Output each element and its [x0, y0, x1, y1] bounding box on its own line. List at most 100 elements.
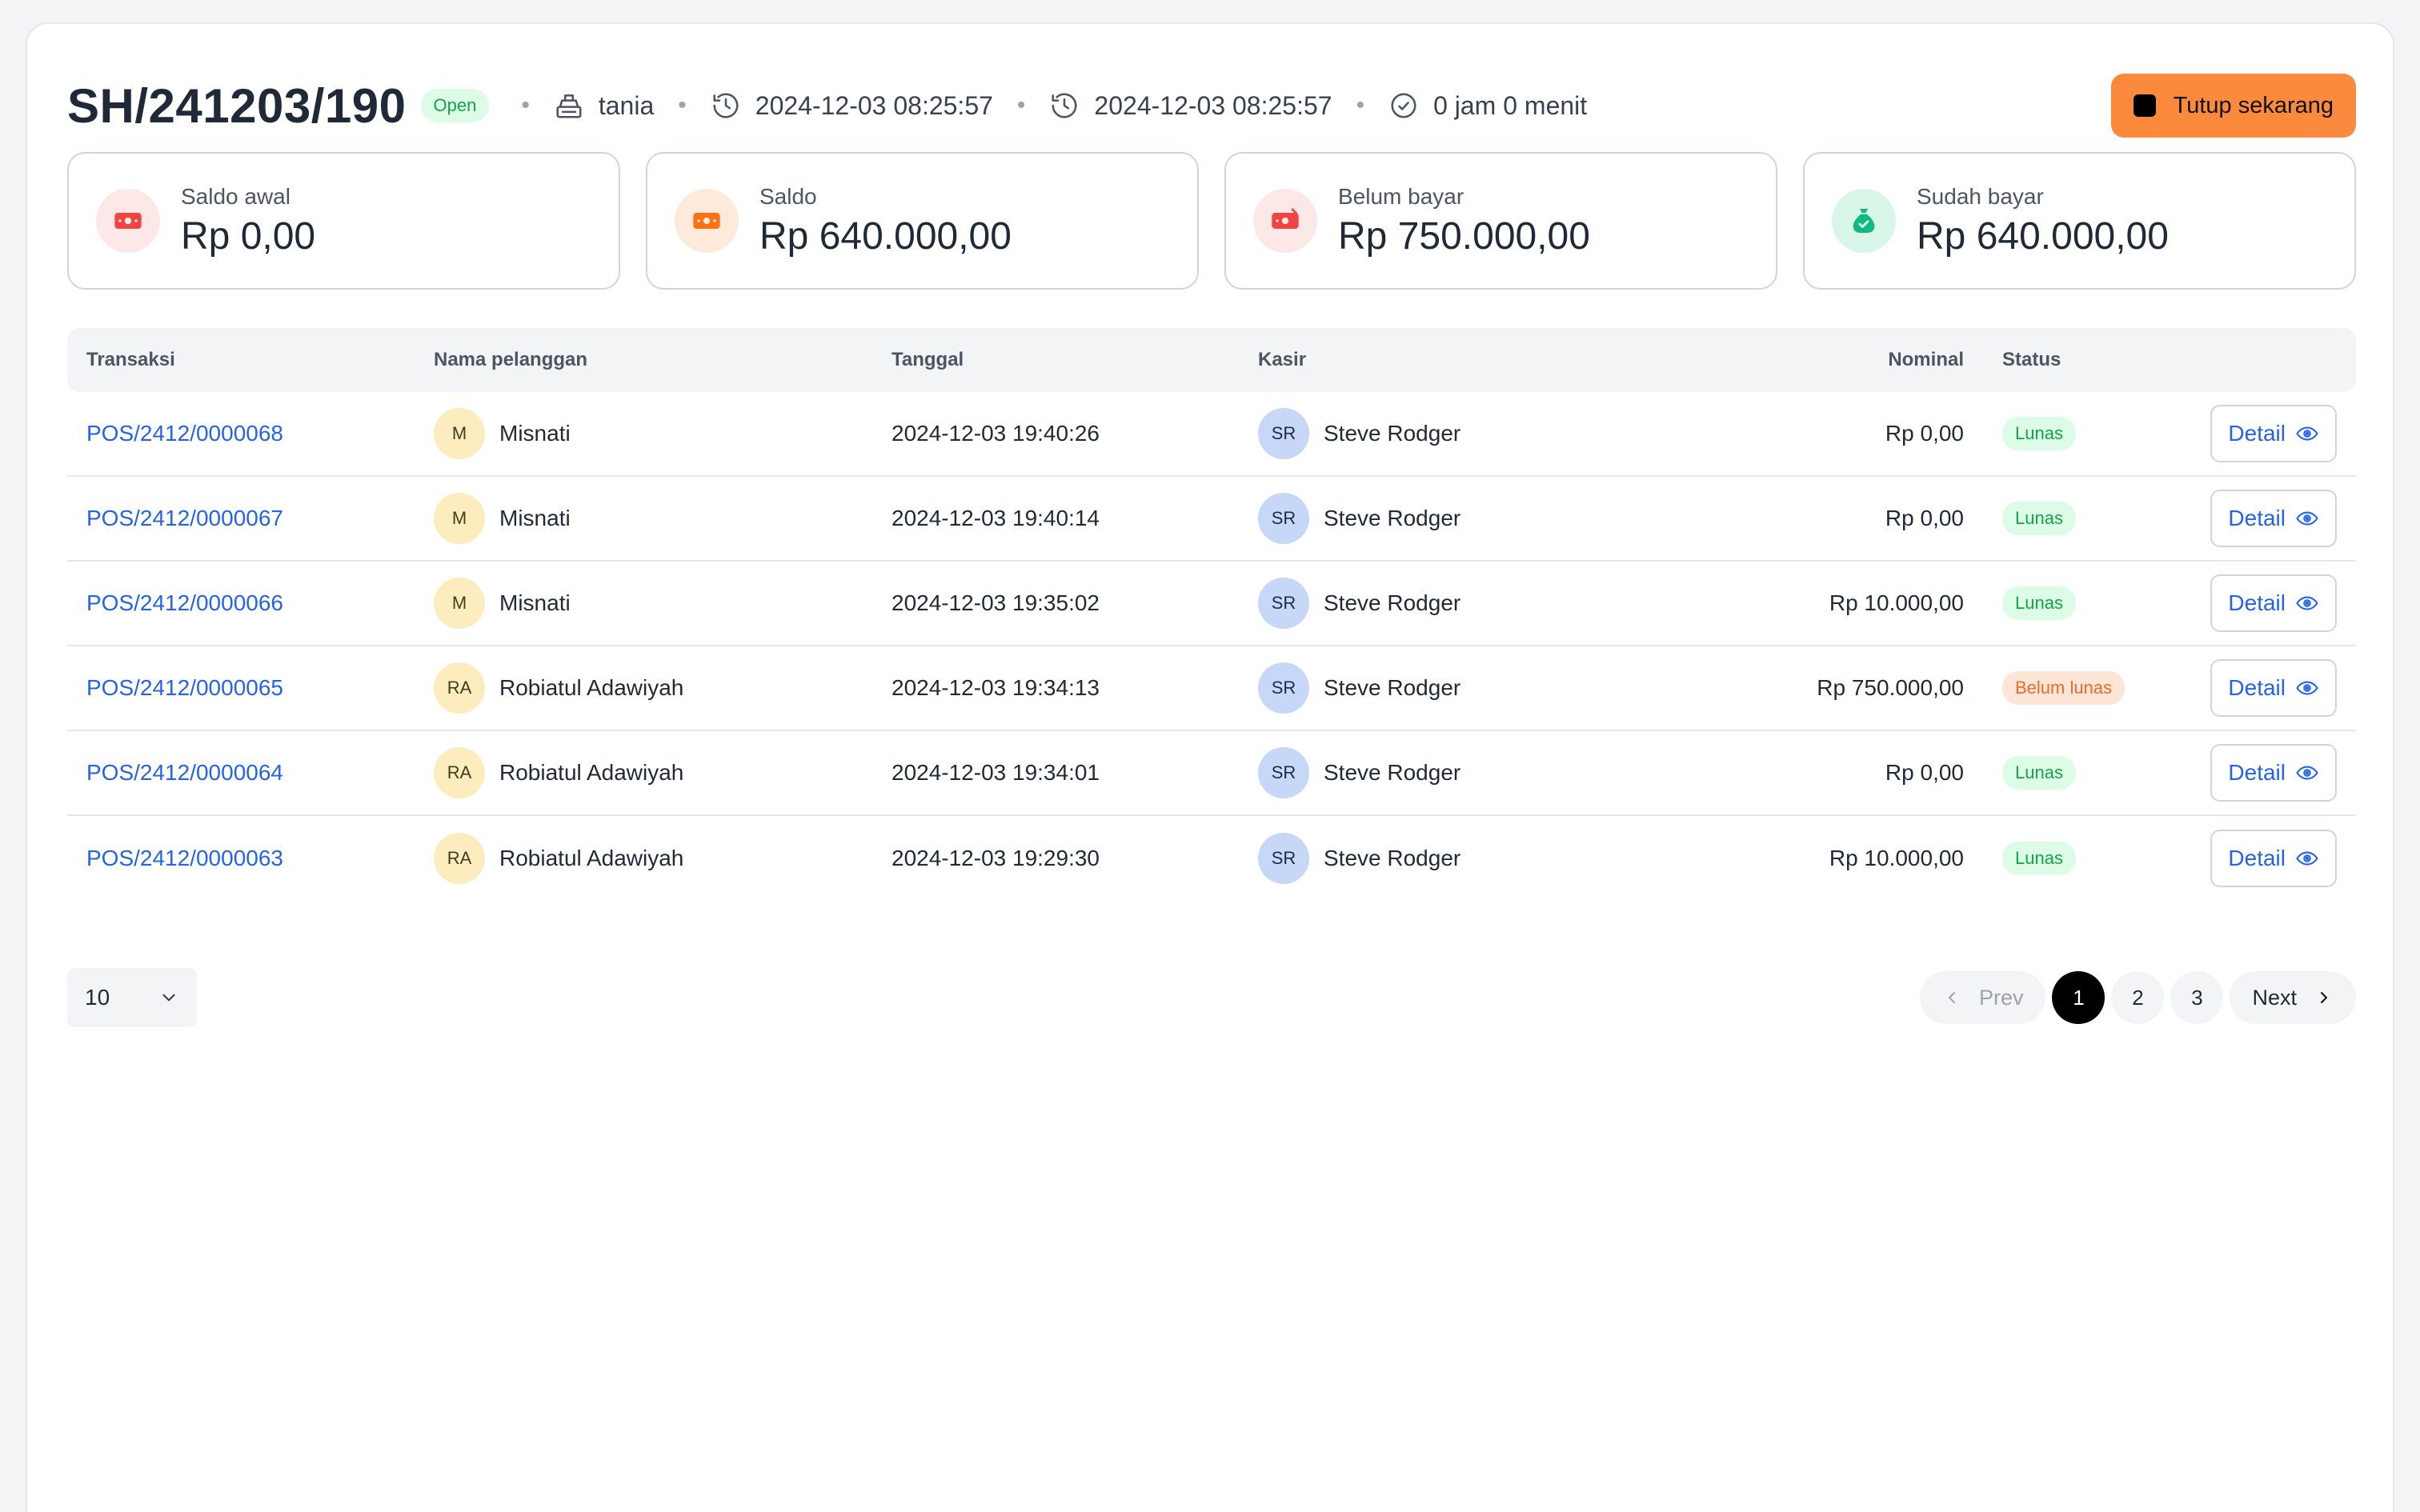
card-value: Rp 640.000,00 [1917, 214, 2169, 258]
money-bag-check-icon [1853, 209, 1875, 233]
closed-at-value: 2024-12-03 08:25:57 [1094, 90, 1332, 120]
card-icon-wrap [1253, 189, 1317, 253]
table-row: POS/2412/0000066 M Misnati 2024-12-03 19:35… [67, 562, 2356, 646]
cashier-avatar: SR [1258, 408, 1309, 459]
customer-avatar: M [434, 493, 485, 544]
eye-icon [2296, 426, 2318, 441]
card-value: Rp 0,00 [181, 214, 316, 258]
card-icon-wrap [1832, 189, 1896, 253]
transactions-table: Transaksi Nama pelanggan Tanggal Kasir N… [67, 328, 2356, 901]
chevron-right-icon [2321, 992, 2327, 1003]
cashier-avatar: SR [1258, 578, 1309, 629]
chevron-down-icon [162, 994, 175, 1002]
cashier-name: Steve Rodger [1324, 760, 1461, 785]
page-button-3[interactable]: 3 [2170, 971, 2224, 1024]
transaction-link[interactable]: POS/2412/0000064 [86, 760, 283, 785]
card-sudah-bayar: Sudah bayar Rp 640.000,00 [1803, 152, 2356, 290]
customer-name: Misnati [499, 590, 571, 615]
next-label: Next [2252, 985, 2297, 1010]
page-button-1[interactable]: 1 [2052, 971, 2105, 1024]
meta-closed-at: 2024-12-03 08:25:57 [1049, 90, 1332, 121]
transaction-link[interactable]: POS/2412/0000066 [86, 590, 283, 615]
transaction-amount: Rp 750.000,00 [1817, 675, 1964, 700]
transaction-amount: Rp 0,00 [1885, 506, 1964, 530]
detail-button[interactable]: Detail [2210, 659, 2337, 717]
transaction-link[interactable]: POS/2412/0000068 [86, 421, 283, 446]
col-header-transaksi: Transaksi [86, 349, 175, 370]
card-value: Rp 750.000,00 [1338, 214, 1590, 258]
close-shift-button[interactable]: Tutup sekarang [2110, 74, 2356, 138]
card-label: Belum bayar [1338, 183, 1464, 209]
cashier-name: Steve Rodger [1324, 675, 1461, 700]
shift-meta: • tania • 2024-12-03 08:25:57 • 2024-12-… [497, 90, 1587, 121]
chevron-left-icon [1948, 992, 1955, 1003]
eye-icon [2296, 681, 2318, 695]
transaction-amount: Rp 0,00 [1885, 421, 1964, 446]
cashier-name: Steve Rodger [1324, 506, 1461, 530]
col-header-nominal: Nominal [1888, 349, 1964, 370]
cashier-avatar: SR [1258, 493, 1309, 544]
eye-icon [2296, 511, 2318, 526]
customer-name: Robiatul Adawiyah [499, 846, 684, 870]
prev-label: Prev [1978, 985, 2024, 1010]
history-icon [713, 93, 739, 118]
payment-status-badge: Lunas [2002, 586, 2076, 620]
detail-button[interactable]: Detail [2210, 830, 2337, 887]
table-row: POS/2412/0000064 RA Robiatul Adawiyah 2024-… [67, 731, 2356, 816]
table-row: POS/2412/0000065 RA Robiatul Adawiyah 2024-… [67, 646, 2356, 731]
payment-status-badge: Belum lunas [2002, 671, 2126, 705]
separator-dot: • [678, 92, 687, 118]
customer-avatar: RA [434, 833, 485, 884]
transaction-date: 2024-12-03 19:29:30 [891, 846, 1100, 870]
table-row: POS/2412/0000068 M Misnati 2024-12-03 19:40… [67, 392, 2356, 477]
shift-header: SH/241203/190 Open • tania • 2024-12-03 … [67, 64, 2356, 147]
transaction-link[interactable]: POS/2412/0000063 [86, 846, 283, 870]
col-header-kasir: Kasir [1258, 349, 1307, 370]
meta-duration: 0 jam 0 menit [1388, 90, 1587, 121]
detail-button[interactable]: Detail [2210, 405, 2337, 462]
payment-status-badge: Lunas [2002, 502, 2076, 535]
detail-button[interactable]: Detail [2210, 490, 2337, 547]
customer-name: Misnati [499, 506, 571, 530]
transaction-amount: Rp 10.000,00 [1829, 846, 1964, 870]
stop-icon [2133, 94, 2156, 117]
per-page-value: 10 [85, 985, 110, 1010]
money-out-icon [1272, 208, 1299, 229]
separator-dot: • [521, 92, 530, 118]
table-header: Transaksi Nama pelanggan Tanggal Kasir N… [67, 328, 2356, 392]
cashier-name: Steve Rodger [1324, 846, 1461, 870]
card-saldo: Saldo Rp 640.000,00 [646, 152, 1199, 290]
card-label: Sudah bayar [1917, 183, 2044, 209]
table-row: POS/2412/0000067 M Misnati 2024-12-03 19:40… [67, 477, 2356, 562]
transaction-date: 2024-12-03 19:35:02 [891, 590, 1100, 615]
transaction-date: 2024-12-03 19:40:26 [891, 421, 1100, 446]
table-body: POS/2412/0000068 M Misnati 2024-12-03 19:40… [67, 392, 2356, 901]
detail-button[interactable]: Detail [2210, 574, 2337, 632]
transaction-link[interactable]: POS/2412/0000067 [86, 506, 283, 530]
customer-avatar: M [434, 578, 485, 629]
detail-label: Detail [2228, 846, 2286, 870]
transaction-date: 2024-12-03 19:34:01 [891, 760, 1100, 785]
history-icon [1052, 93, 1077, 118]
card-icon-wrap [96, 189, 160, 253]
detail-button[interactable]: Detail [2210, 744, 2337, 802]
col-header-tanggal: Tanggal [891, 349, 964, 370]
card-label: Saldo [759, 183, 817, 209]
per-page-select[interactable]: 10 [67, 968, 197, 1027]
eye-icon [2296, 596, 2318, 610]
cash-register-icon [556, 94, 582, 118]
card-saldo-awal: Saldo awal Rp 0,00 [67, 152, 620, 290]
card-icon-wrap [675, 189, 739, 253]
detail-label: Detail [2228, 590, 2286, 615]
cashier-name: Steve Rodger [1324, 590, 1461, 615]
card-belum-bayar: Belum bayar Rp 750.000,00 [1224, 152, 1777, 290]
page-button-2[interactable]: 2 [2111, 971, 2165, 1024]
payment-status-badge: Lunas [2002, 756, 2076, 790]
transaction-link[interactable]: POS/2412/0000065 [86, 675, 283, 700]
next-page-button[interactable]: Next [2230, 971, 2356, 1024]
detail-label: Detail [2228, 421, 2286, 446]
prev-page-button[interactable]: Prev [1919, 971, 2046, 1024]
transaction-amount: Rp 10.000,00 [1829, 590, 1964, 615]
customer-avatar: M [434, 408, 485, 459]
customer-name: Misnati [499, 421, 571, 446]
